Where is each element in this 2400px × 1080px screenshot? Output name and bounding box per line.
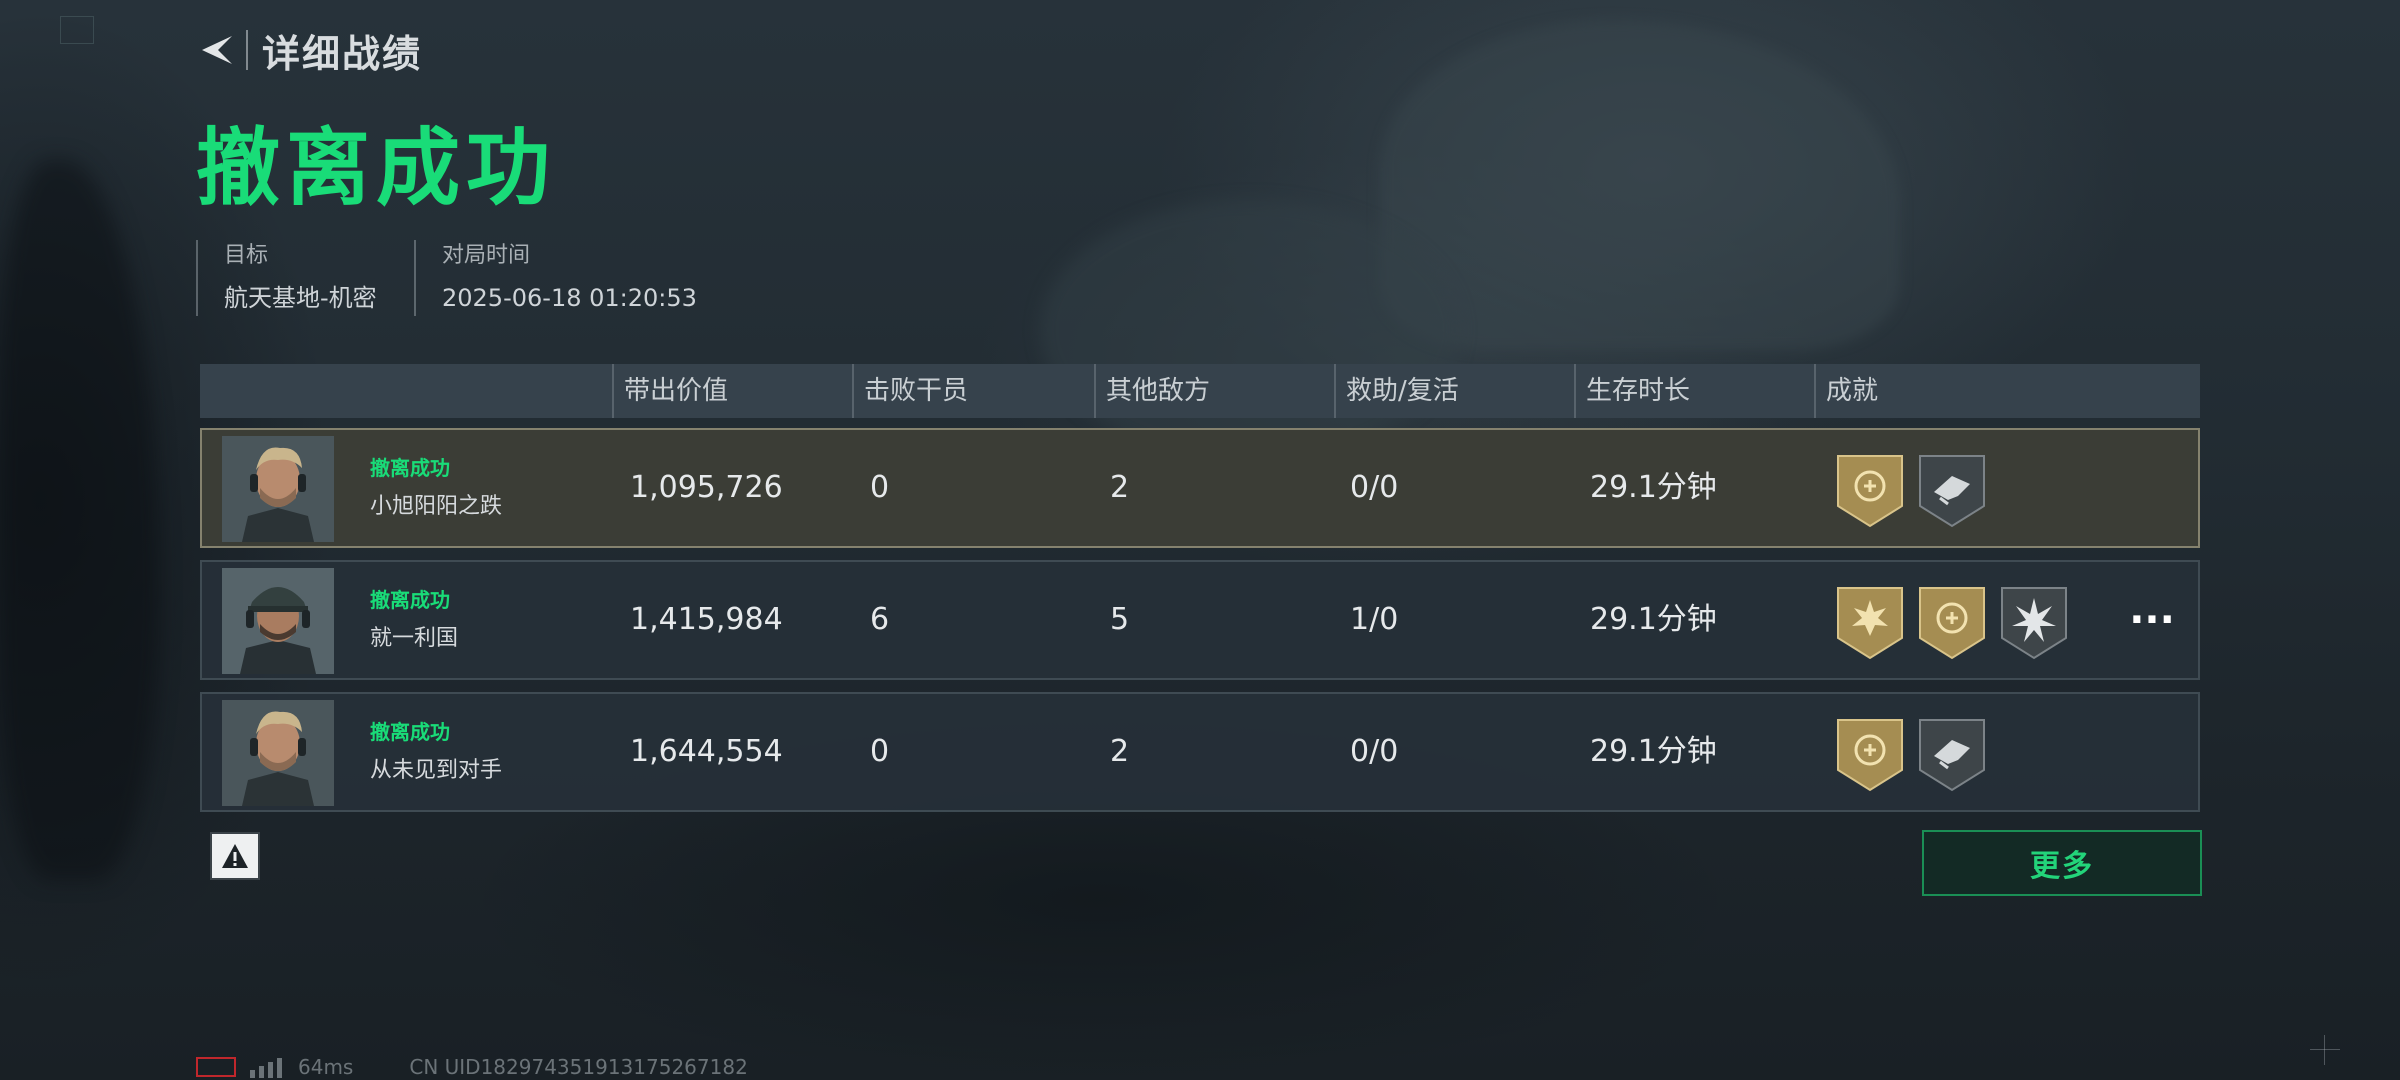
kills-count: 0 bbox=[870, 734, 890, 769]
kills-count: 0 bbox=[870, 470, 890, 505]
player-name: 从未见到对手 bbox=[370, 758, 503, 783]
back-arrow-icon[interactable] bbox=[196, 28, 236, 72]
assist-count: 1/0 bbox=[1350, 602, 1399, 637]
meta-target: 目标 航天基地-机密 bbox=[196, 240, 377, 316]
gold-laurel-medal-icon[interactable] bbox=[1836, 718, 1904, 792]
gold-laurel-medal-icon[interactable] bbox=[1918, 586, 1986, 660]
row-status: 撤离成功 bbox=[370, 456, 450, 480]
user-uid: CN UID182974351913175267182 bbox=[409, 1055, 748, 1079]
warning-icon bbox=[222, 844, 248, 868]
extract-value: 1,095,726 bbox=[630, 470, 783, 505]
signal-bars-icon bbox=[250, 1056, 286, 1078]
others-count: 5 bbox=[1110, 602, 1130, 637]
row-status: 撤离成功 bbox=[370, 588, 450, 612]
target-value: 航天基地-机密 bbox=[224, 284, 377, 312]
report-warning-button[interactable] bbox=[210, 832, 260, 880]
kills-count: 6 bbox=[870, 602, 890, 637]
gray-wing-medal-icon[interactable] bbox=[1918, 718, 1986, 792]
survival-duration: 29.1分钟 bbox=[1590, 470, 1717, 505]
others-count: 2 bbox=[1110, 734, 1130, 769]
gray-burst-medal-icon[interactable] bbox=[2000, 586, 2068, 660]
player-name: 小旭阳阳之跌 bbox=[370, 494, 503, 519]
recording-indicator-icon bbox=[196, 1057, 236, 1077]
column-header-kills: 击败干员 bbox=[852, 364, 968, 418]
others-count: 2 bbox=[1110, 470, 1130, 505]
page-header: 详细战绩 bbox=[196, 26, 422, 76]
operator-portrait bbox=[222, 700, 334, 806]
operator-portrait bbox=[222, 436, 334, 542]
meta-time: 对局时间 2025-06-18 01:20:53 bbox=[414, 240, 697, 316]
assist-count: 0/0 bbox=[1350, 470, 1399, 505]
survival-duration: 29.1分钟 bbox=[1590, 734, 1717, 769]
extract-value: 1,415,984 bbox=[630, 602, 783, 637]
gray-wing-medal-icon[interactable] bbox=[1918, 454, 1986, 528]
column-header-assist: 救助/复活 bbox=[1334, 364, 1459, 418]
corner-frame-icon bbox=[60, 16, 94, 44]
operator-portrait bbox=[222, 568, 334, 674]
column-header-duration: 生存时长 bbox=[1574, 364, 1690, 418]
result-title: 撤离成功 bbox=[196, 119, 557, 217]
column-header-achievements: 成就 bbox=[1814, 364, 1878, 418]
time-value: 2025-06-18 01:20:53 bbox=[442, 284, 697, 312]
more-button[interactable]: 更多 bbox=[1922, 830, 2202, 896]
header-divider bbox=[246, 30, 248, 70]
more-options-button[interactable]: ··· bbox=[2122, 600, 2182, 640]
page-title: 详细战绩 bbox=[262, 31, 423, 76]
survival-duration: 29.1分钟 bbox=[1590, 602, 1717, 637]
gold-laurel-medal-icon[interactable] bbox=[1836, 454, 1904, 528]
column-header-others: 其他敌方 bbox=[1094, 364, 1210, 418]
row-status: 撤离成功 bbox=[370, 720, 450, 744]
extract-value: 1,644,554 bbox=[630, 734, 783, 769]
background-dish bbox=[1040, 200, 1460, 460]
target-label: 目标 bbox=[224, 243, 269, 268]
column-header-value: 带出价值 bbox=[612, 364, 728, 418]
player-name: 就一利国 bbox=[370, 626, 459, 651]
gold-star-medal-icon[interactable] bbox=[1836, 586, 1904, 660]
time-label: 对局时间 bbox=[442, 243, 531, 268]
crosshair-icon bbox=[2310, 1035, 2340, 1065]
assist-count: 0/0 bbox=[1350, 734, 1399, 769]
table-row[interactable]: 撤离成功 就一利国 1,415,984 6 5 1/0 29.1分钟 ··· bbox=[200, 560, 2200, 680]
table-header: 带出价值 击败干员 其他敌方 救助/复活 生存时长 成就 bbox=[200, 364, 2200, 418]
table-row[interactable]: 撤离成功 小旭阳阳之跌 1,095,726 0 2 0/0 29.1分钟 bbox=[200, 428, 2200, 548]
status-footer: 64ms CN UID182974351913175267182 bbox=[196, 1054, 748, 1080]
ping-value: 64ms bbox=[298, 1055, 354, 1079]
table-row[interactable]: 撤离成功 从未见到对手 1,644,554 0 2 0/0 29.1分钟 bbox=[200, 692, 2200, 812]
